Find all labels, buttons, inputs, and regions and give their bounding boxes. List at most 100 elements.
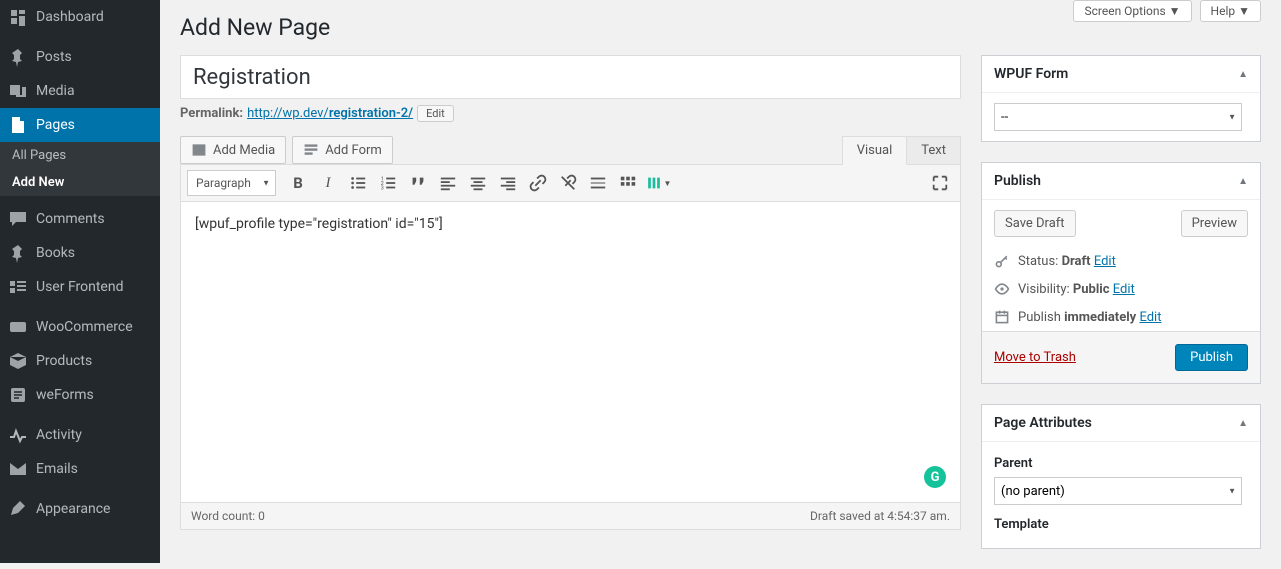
box-icon bbox=[8, 351, 28, 371]
preview-button[interactable]: Preview bbox=[1181, 210, 1248, 237]
sidebar-item-label: weForms bbox=[36, 387, 94, 403]
add-form-button[interactable]: Add Form bbox=[292, 136, 393, 164]
publish-box: Publish▲ Save Draft Preview Status: Draf… bbox=[981, 162, 1261, 384]
pin-icon bbox=[8, 243, 28, 263]
fullscreen-button[interactable] bbox=[926, 169, 954, 197]
italic-button[interactable]: I bbox=[314, 169, 342, 197]
permalink-link[interactable]: http://wp.dev/registration-2/ bbox=[247, 106, 413, 121]
sidebar-item-activity[interactable]: Activity bbox=[0, 418, 160, 452]
sidebar-item-appearance[interactable]: Appearance bbox=[0, 492, 160, 526]
submenu-all-pages[interactable]: All Pages bbox=[0, 142, 160, 169]
editor-content[interactable]: [wpuf_profile type="registration" id="15… bbox=[181, 202, 960, 502]
sidebar-item-dashboard[interactable]: Dashboard bbox=[0, 0, 160, 34]
editor-tabs: Visual Text bbox=[842, 136, 961, 164]
post-title-input[interactable] bbox=[180, 55, 961, 99]
calendar-icon bbox=[994, 309, 1010, 325]
sidebar-item-emails[interactable]: Emails bbox=[0, 452, 160, 486]
eye-icon bbox=[994, 281, 1010, 297]
sidebar-item-label: Dashboard bbox=[36, 9, 104, 25]
blockquote-button[interactable] bbox=[404, 169, 432, 197]
admin-sidebar: Dashboard Posts Media Pages All Pages Ad… bbox=[0, 0, 160, 563]
editor-container: Paragraph B I 123 ▼ [w bbox=[180, 164, 961, 530]
sidebar-item-posts[interactable]: Posts bbox=[0, 40, 160, 74]
sidebar-item-label: Books bbox=[36, 245, 75, 261]
key-icon bbox=[994, 253, 1010, 269]
permalink-edit-button[interactable]: Edit bbox=[417, 105, 454, 122]
sidebar-item-label: Emails bbox=[36, 461, 78, 477]
help-button[interactable]: Help ▼ bbox=[1200, 0, 1261, 22]
tab-text[interactable]: Text bbox=[907, 137, 960, 164]
permalink-row: Permalink: http://wp.dev/registration-2/… bbox=[180, 105, 961, 122]
toggle-icon[interactable]: ▲ bbox=[1238, 418, 1248, 429]
publish-button[interactable]: Publish bbox=[1175, 344, 1248, 371]
screen-options-button[interactable]: Screen Options ▼ bbox=[1073, 0, 1191, 22]
template-label: Template bbox=[994, 517, 1248, 532]
content-area: Screen Options ▼ Help ▼ Add New Page Per… bbox=[160, 0, 1281, 569]
save-draft-button[interactable]: Save Draft bbox=[994, 210, 1076, 237]
permalink-label: Permalink: bbox=[180, 106, 243, 121]
align-left-button[interactable] bbox=[434, 169, 462, 197]
page-icon bbox=[8, 115, 28, 135]
publish-heading: Publish bbox=[994, 173, 1041, 189]
side-column: WPUF Form ▲ -- Publish ▲ Save Draft Previe… bbox=[981, 55, 1261, 569]
schedule-edit-link[interactable]: Edit bbox=[1139, 310, 1161, 325]
sidebar-item-products[interactable]: Products bbox=[0, 344, 160, 378]
toggle-icon[interactable]: ▲ bbox=[1238, 69, 1248, 80]
move-to-trash-link[interactable]: Move to Trash bbox=[994, 350, 1076, 365]
sidebar-item-pages[interactable]: Pages bbox=[0, 108, 160, 142]
draft-saved-status: Draft saved at 4:54:37 am. bbox=[810, 509, 950, 523]
dashboard-icon bbox=[8, 7, 28, 27]
svg-text:3: 3 bbox=[381, 185, 384, 191]
sidebar-item-label: Appearance bbox=[36, 501, 110, 517]
grammarly-icon[interactable]: G bbox=[924, 466, 946, 488]
add-media-button[interactable]: Add Media bbox=[180, 136, 286, 164]
sidebar-item-weforms[interactable]: weForms bbox=[0, 378, 160, 412]
sidebar-item-label: Posts bbox=[36, 49, 72, 65]
sidebar-item-woocommerce[interactable]: WooCommerce bbox=[0, 310, 160, 344]
align-right-button[interactable] bbox=[494, 169, 522, 197]
sidebar-item-media[interactable]: Media bbox=[0, 74, 160, 108]
parent-select[interactable]: (no parent) bbox=[994, 477, 1242, 505]
sidebar-item-label: User Frontend bbox=[36, 279, 123, 295]
wpuf-shortcode-button[interactable]: ▼ bbox=[644, 169, 672, 197]
toolbar-toggle-button[interactable] bbox=[614, 169, 642, 197]
editor-footer: Word count: 0 Draft saved at 4:54:37 am. bbox=[181, 502, 960, 529]
activity-icon bbox=[8, 425, 28, 445]
toggle-icon[interactable]: ▲ bbox=[1238, 176, 1248, 187]
media-icon bbox=[8, 81, 28, 101]
sidebar-item-user-frontend[interactable]: User Frontend bbox=[0, 270, 160, 304]
format-select[interactable]: Paragraph bbox=[187, 170, 276, 196]
screen-meta: Screen Options ▼ Help ▼ bbox=[1073, 0, 1261, 22]
sidebar-item-label: Pages bbox=[36, 117, 75, 133]
wpuf-form-select[interactable]: -- bbox=[994, 103, 1242, 131]
user-frontend-icon bbox=[8, 277, 28, 297]
submenu-add-new[interactable]: Add New bbox=[0, 169, 160, 196]
page-attributes-box: Page Attributes ▲ Parent (no parent) Temp… bbox=[981, 404, 1261, 549]
sidebar-item-label: WooCommerce bbox=[36, 319, 133, 335]
sidebar-item-label: Comments bbox=[36, 211, 105, 227]
pin-icon bbox=[8, 47, 28, 67]
unlink-button[interactable] bbox=[554, 169, 582, 197]
more-button[interactable] bbox=[584, 169, 612, 197]
sidebar-item-comments[interactable]: Comments bbox=[0, 202, 160, 236]
appearance-icon bbox=[8, 499, 28, 519]
status-edit-link[interactable]: Edit bbox=[1094, 254, 1116, 269]
link-button[interactable] bbox=[524, 169, 552, 197]
visibility-edit-link[interactable]: Edit bbox=[1113, 282, 1135, 297]
editor-toolbar: Paragraph B I 123 ▼ bbox=[181, 165, 960, 202]
numbered-list-button[interactable]: 123 bbox=[374, 169, 402, 197]
bold-button[interactable]: B bbox=[284, 169, 312, 197]
comment-icon bbox=[8, 209, 28, 229]
page-attributes-heading: Page Attributes bbox=[994, 415, 1092, 431]
word-count: Word count: 0 bbox=[191, 509, 265, 523]
bullet-list-button[interactable] bbox=[344, 169, 372, 197]
wpuf-form-heading: WPUF Form bbox=[994, 66, 1068, 82]
tab-visual[interactable]: Visual bbox=[843, 137, 908, 165]
parent-label: Parent bbox=[994, 456, 1248, 471]
sidebar-item-label: Media bbox=[36, 83, 75, 99]
wpuf-form-box: WPUF Form ▲ -- bbox=[981, 55, 1261, 142]
sidebar-item-label: Products bbox=[36, 353, 92, 369]
align-center-button[interactable] bbox=[464, 169, 492, 197]
sidebar-item-books[interactable]: Books bbox=[0, 236, 160, 270]
form-icon bbox=[8, 385, 28, 405]
